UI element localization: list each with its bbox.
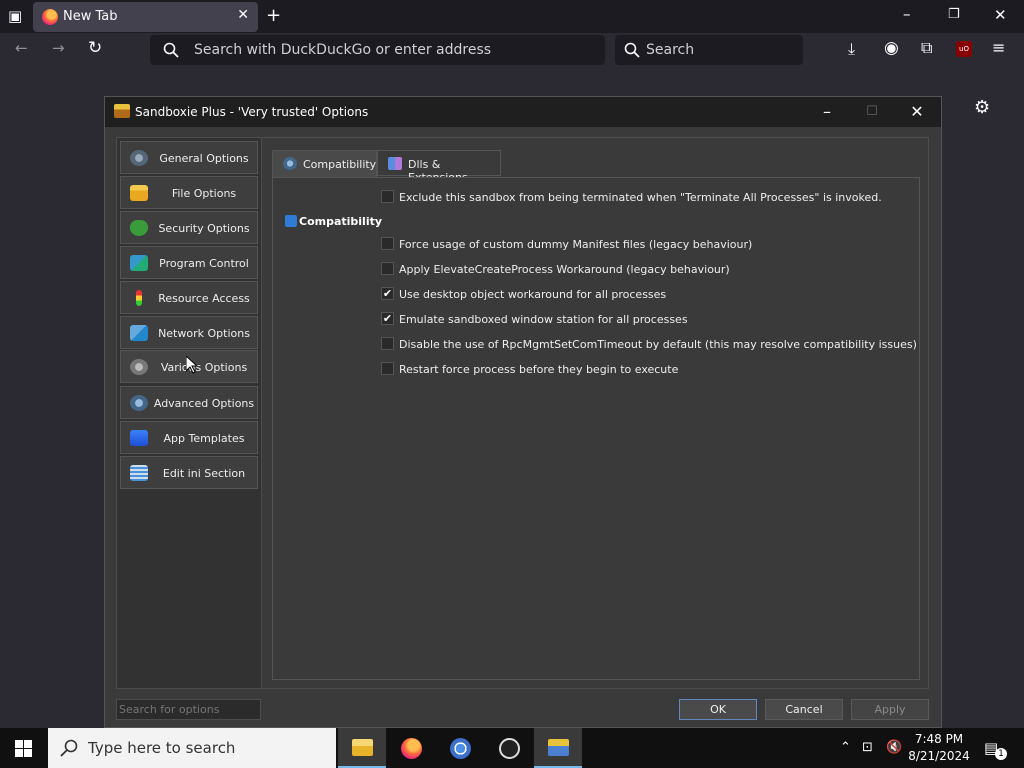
tab-compatibility[interactable]: Compatibility	[272, 150, 377, 177]
close-window-icon[interactable]: ✕	[994, 8, 1007, 23]
folder-icon	[352, 739, 373, 756]
options-panel: Compatibility Dlls & Extensions Compatib…	[261, 137, 929, 689]
tab-list-icon[interactable]: ▣	[8, 9, 22, 24]
taskbar: Type here to search ⌃ ⊡ 🔇 7:48 PM 8/21/2…	[0, 728, 1024, 768]
firefox-icon	[42, 9, 58, 25]
extensions-icon[interactable]: ⧉	[921, 40, 932, 56]
firefox-icon	[401, 738, 422, 759]
dialog-close-icon[interactable]: ✕	[895, 100, 939, 124]
clock[interactable]: 7:48 PM 8/21/2024	[906, 731, 972, 765]
browser-tabstrip: ▣ New Tab ✕ + – ❐ ✕	[0, 0, 1024, 33]
network-icon[interactable]: ⊡	[862, 740, 873, 755]
nav-edit-ini-section[interactable]: Edit ini Section	[120, 456, 258, 489]
search-icon	[163, 42, 179, 58]
browser-tab[interactable]: New Tab ✕	[33, 2, 258, 32]
section-label: Compatibility	[285, 215, 382, 228]
notification-count: 1	[995, 748, 1007, 760]
new-tab-icon[interactable]: +	[266, 7, 281, 25]
nav-security-options[interactable]: Security Options	[120, 211, 258, 244]
cancel-button[interactable]: Cancel	[765, 699, 843, 720]
close-tab-icon[interactable]: ✕	[237, 7, 249, 23]
clock-date: 8/21/2024	[908, 749, 970, 763]
forward-icon[interactable]: →	[52, 41, 65, 56]
chrome-app[interactable]	[436, 728, 484, 768]
back-icon[interactable]: ←	[15, 41, 28, 56]
taskbar-search[interactable]: Type here to search	[48, 728, 336, 768]
dialog-title: Sandboxie Plus - 'Very trusted' Options	[135, 105, 369, 119]
nav-network-options[interactable]: Network Options	[120, 316, 258, 349]
search-icon	[624, 42, 640, 58]
search-icon	[60, 739, 78, 757]
gears-icon	[130, 359, 148, 375]
file-explorer-app[interactable]	[338, 728, 386, 768]
sandboxie-app[interactable]	[534, 728, 582, 768]
dll-icon	[388, 157, 402, 170]
menu-icon[interactable]: ≡	[992, 40, 1005, 56]
volume-muted-icon[interactable]: 🔇	[886, 740, 902, 755]
nav-general-options[interactable]: General Options	[120, 141, 258, 174]
nav-resource-access[interactable]: Resource Access	[120, 281, 258, 314]
options-dialog: Sandboxie Plus - 'Very trusted' Options …	[104, 96, 942, 728]
browser-toolbar: ← → ↻ Search with DuckDuckGo or enter ad…	[0, 33, 1024, 67]
sandboxie-icon	[114, 104, 130, 118]
nav-app-templates[interactable]: App Templates	[120, 421, 258, 454]
traffic-light-icon	[136, 290, 142, 306]
cursor-icon	[186, 356, 198, 374]
tab-dlls-extensions[interactable]: Dlls & Extensions	[377, 150, 501, 184]
document-icon	[130, 465, 148, 481]
network-icon	[130, 325, 148, 341]
account-icon[interactable]: ◉	[884, 40, 899, 57]
gear-icon[interactable]: ⚙	[974, 99, 990, 117]
checkbox[interactable]: ✔	[381, 312, 394, 325]
checkbox[interactable]	[381, 237, 394, 250]
taskbar-search-placeholder: Type here to search	[88, 739, 236, 757]
checkbox[interactable]	[381, 262, 394, 275]
checkbox[interactable]: ✔	[381, 287, 394, 300]
downloads-icon[interactable]: ⤓	[848, 41, 855, 57]
chevron-up-icon[interactable]: ⌃	[840, 740, 851, 755]
checkbox[interactable]	[381, 362, 394, 375]
url-placeholder: Search with DuckDuckGo or enter address	[194, 42, 492, 58]
search-placeholder: Search	[646, 42, 695, 58]
app-circle[interactable]	[485, 728, 533, 768]
search-bar[interactable]: Search	[615, 35, 803, 65]
dialog-titlebar: Sandboxie Plus - 'Very trusted' Options …	[105, 97, 941, 127]
minimize-icon[interactable]: –	[903, 7, 911, 22]
apply-button[interactable]: Apply	[851, 699, 929, 720]
shield-icon	[130, 220, 148, 236]
restore-icon[interactable]: ❐	[948, 8, 960, 21]
dialog-maximize-icon: ☐	[866, 104, 878, 119]
url-bar[interactable]: Search with DuckDuckGo or enter address	[150, 35, 605, 65]
gear-icon	[130, 150, 148, 166]
gear-icon	[283, 157, 297, 170]
gears-icon	[130, 395, 148, 411]
tab-title: New Tab	[63, 9, 118, 24]
app-icon	[499, 738, 520, 759]
ok-button[interactable]: OK	[679, 699, 757, 720]
ublock-icon[interactable]: uO	[956, 41, 972, 57]
dialog-minimize-icon[interactable]: –	[805, 100, 849, 124]
reload-icon[interactable]: ↻	[88, 40, 102, 57]
program-icon	[130, 255, 148, 271]
template-icon	[130, 430, 148, 446]
chrome-icon	[450, 738, 471, 759]
checkbox[interactable]	[381, 337, 394, 350]
folder-icon	[130, 185, 148, 201]
compatibility-page: Compatibility Exclude this sandbox from …	[272, 177, 920, 680]
nav-file-options[interactable]: File Options	[120, 176, 258, 209]
search-options-input[interactable]	[116, 699, 261, 720]
nav-advanced-options[interactable]: Advanced Options	[120, 386, 258, 419]
sandboxie-icon	[548, 739, 569, 756]
compatibility-icon	[285, 215, 297, 227]
firefox-app[interactable]	[387, 728, 435, 768]
windows-start-icon[interactable]	[15, 740, 32, 757]
checkbox[interactable]	[381, 190, 394, 203]
nav-program-control[interactable]: Program Control	[120, 246, 258, 279]
options-nav: General Options File Options Security Op…	[116, 137, 262, 689]
clock-time: 7:48 PM	[914, 732, 964, 746]
